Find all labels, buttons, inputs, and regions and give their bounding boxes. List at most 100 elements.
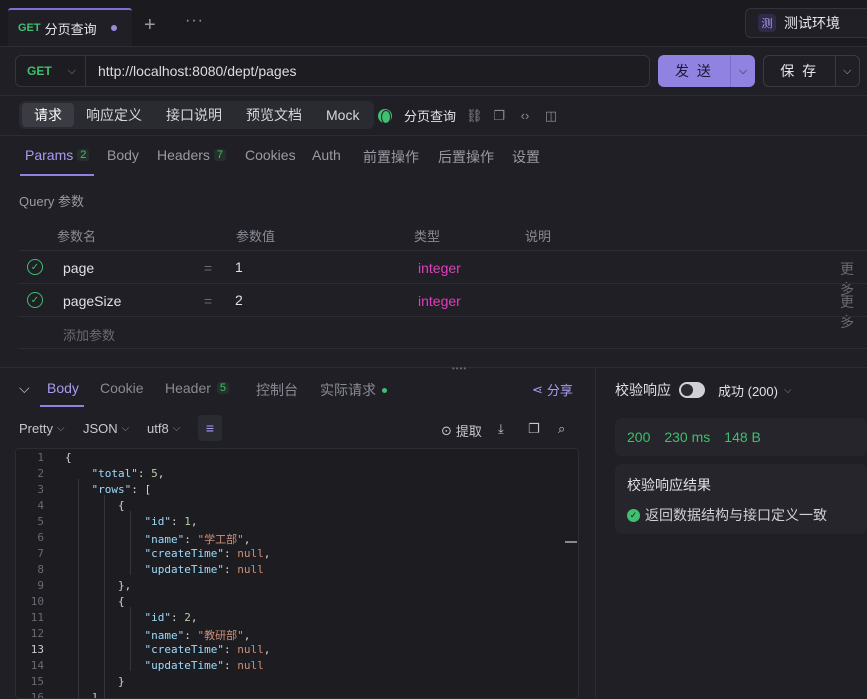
- response-tab-body[interactable]: Body: [47, 380, 79, 396]
- format-select[interactable]: JSON ⌵: [83, 421, 129, 436]
- save-button[interactable]: 保 存 ⌵: [763, 55, 860, 87]
- line-number: 7: [37, 547, 44, 560]
- new-tab-plus-icon[interactable]: +: [144, 14, 156, 37]
- subtab-preview[interactable]: 预览文档: [234, 103, 314, 127]
- param-value[interactable]: 1: [235, 259, 243, 275]
- param-type[interactable]: integer: [418, 260, 461, 276]
- save-options-chevron-icon[interactable]: ⌵: [834, 56, 860, 86]
- tab-auth[interactable]: Auth: [312, 147, 341, 163]
- line-number: 15: [30, 675, 44, 688]
- tab-settings[interactable]: 设置: [512, 147, 540, 167]
- download-icon[interactable]: ⤓: [498, 421, 504, 437]
- response-tab-header[interactable]: Header 5: [165, 380, 230, 396]
- encoding-select[interactable]: utf8 ⌵: [147, 421, 180, 436]
- pretty-select[interactable]: Pretty ⌵: [19, 421, 65, 436]
- code-line: "updateTime": null: [144, 563, 264, 576]
- line-number: 10: [30, 595, 44, 608]
- tab-headers-count: 7: [213, 149, 227, 161]
- add-param-row[interactable]: 添加参数: [19, 316, 867, 349]
- subtab-mock[interactable]: Mock: [314, 103, 371, 127]
- code-icon[interactable]: ‹›: [518, 108, 532, 123]
- active-tab-underline: [20, 174, 94, 176]
- method-label: GET: [27, 64, 52, 78]
- send-options-chevron-icon[interactable]: ⌵: [730, 55, 755, 87]
- method-select[interactable]: GET ⌵: [16, 56, 86, 86]
- panel-divider: [595, 368, 596, 699]
- query-params-label: Query 参数: [19, 194, 85, 209]
- param-row[interactable]: ✓ page = 1 integer 更多: [19, 250, 867, 297]
- response-body-editor[interactable]: 1 2 3 4 5 6 7 8 9 10 11 12 13 14 15 16 {…: [15, 448, 579, 699]
- request-tab[interactable]: GET 分页查询: [8, 8, 132, 46]
- status-dot-icon: [382, 387, 387, 393]
- share-label: 分享: [546, 383, 573, 398]
- resize-handle-icon[interactable]: ••••: [452, 364, 467, 373]
- send-button[interactable]: 发 送 ⌵: [658, 55, 755, 87]
- tab-post-ops[interactable]: 后置操作: [438, 147, 494, 167]
- param-value[interactable]: 2: [235, 292, 243, 308]
- response-tab-actual-label: 实际请求: [320, 382, 376, 398]
- check-icon[interactable]: ✓: [27, 259, 43, 275]
- response-tab-actual[interactable]: 实际请求: [320, 380, 387, 400]
- response-tab-cookie[interactable]: Cookie: [100, 380, 144, 396]
- param-name[interactable]: page: [63, 260, 94, 276]
- tab-headers-label: Headers: [157, 147, 210, 163]
- status-code: 200: [627, 429, 651, 445]
- response-tab-header-label: Header: [165, 380, 211, 396]
- tab-params[interactable]: Params 2: [25, 147, 90, 163]
- link-icon[interactable]: ⛓: [466, 108, 483, 124]
- chevron-down-icon: ⌵: [783, 385, 792, 396]
- url-input[interactable]: http://localhost:8080/dept/pages: [86, 63, 296, 79]
- tab-cookies[interactable]: Cookies: [245, 147, 296, 163]
- add-param-placeholder[interactable]: 添加参数: [63, 325, 115, 344]
- editor-scrollbar[interactable]: [565, 541, 577, 543]
- subtab-api-doc[interactable]: 接口说明: [154, 103, 234, 127]
- param-name[interactable]: pageSize: [63, 293, 121, 309]
- subtab-request[interactable]: 请求: [22, 103, 74, 127]
- panel-icon[interactable]: ◫: [544, 108, 558, 124]
- code-line: "createTime": null,: [144, 643, 271, 656]
- format-label: JSON: [83, 421, 118, 436]
- col-name: 参数名: [57, 229, 97, 244]
- check-icon[interactable]: ✓: [27, 292, 43, 308]
- param-type[interactable]: integer: [418, 293, 461, 309]
- code-line: "rows": [: [91, 483, 152, 496]
- tab-pre-ops[interactable]: 前置操作: [363, 147, 419, 167]
- response-metrics: 200 230 ms 148 B: [615, 418, 867, 456]
- verify-label: 校验响应: [615, 382, 671, 398]
- chevron-down-icon: ⌵: [56, 423, 65, 434]
- wrap-lines-icon[interactable]: ≡: [198, 415, 222, 441]
- extract-button[interactable]: ⊙ 提取: [441, 421, 482, 440]
- search-icon[interactable]: ⌕: [558, 421, 565, 437]
- tab-body[interactable]: Body: [107, 147, 139, 163]
- collapse-chevron-icon[interactable]: ⌵: [19, 380, 30, 397]
- subtab-response-def[interactable]: 响应定义: [74, 103, 154, 127]
- unsaved-dot-icon: [110, 25, 117, 31]
- line-number: 11: [30, 611, 44, 624]
- check-circle-icon: ✓: [627, 508, 640, 522]
- param-row[interactable]: ✓ pageSize = 2 integer 更多: [19, 283, 867, 330]
- chevron-down-icon: ⌵: [172, 423, 181, 434]
- toggle-switch[interactable]: [679, 382, 705, 398]
- more-tabs-icon[interactable]: ···: [185, 12, 204, 30]
- environment-selector[interactable]: 测 测试环境: [745, 8, 867, 38]
- code-line: "createTime": null,: [144, 547, 271, 560]
- line-number: 16: [30, 691, 44, 699]
- extract-label: 提取: [455, 424, 482, 439]
- tab-headers[interactable]: Headers 7: [157, 147, 227, 163]
- tab-params-count: 2: [77, 149, 90, 161]
- col-type: 类型: [414, 229, 441, 244]
- response-status-select[interactable]: 成功 (200) ⌵: [718, 381, 792, 400]
- environment-label: 测试环境: [784, 15, 840, 31]
- verify-response-toggle[interactable]: 校验响应: [615, 380, 705, 400]
- line-number: 2: [37, 467, 44, 480]
- panel-divider: [0, 367, 867, 368]
- code-line: "total": 5,: [91, 467, 165, 480]
- line-number: 14: [30, 659, 44, 672]
- copy-icon[interactable]: ❐: [492, 108, 506, 124]
- pretty-label: Pretty: [19, 421, 53, 436]
- share-icon: ⋖: [532, 381, 543, 397]
- verify-result-card: 校验响应结果 ✓ 返回数据结构与接口定义一致: [615, 464, 867, 534]
- response-tab-console[interactable]: 控制台: [256, 380, 298, 400]
- copy-icon[interactable]: ❐: [528, 421, 540, 437]
- share-button[interactable]: ⋖ 分享: [532, 380, 573, 399]
